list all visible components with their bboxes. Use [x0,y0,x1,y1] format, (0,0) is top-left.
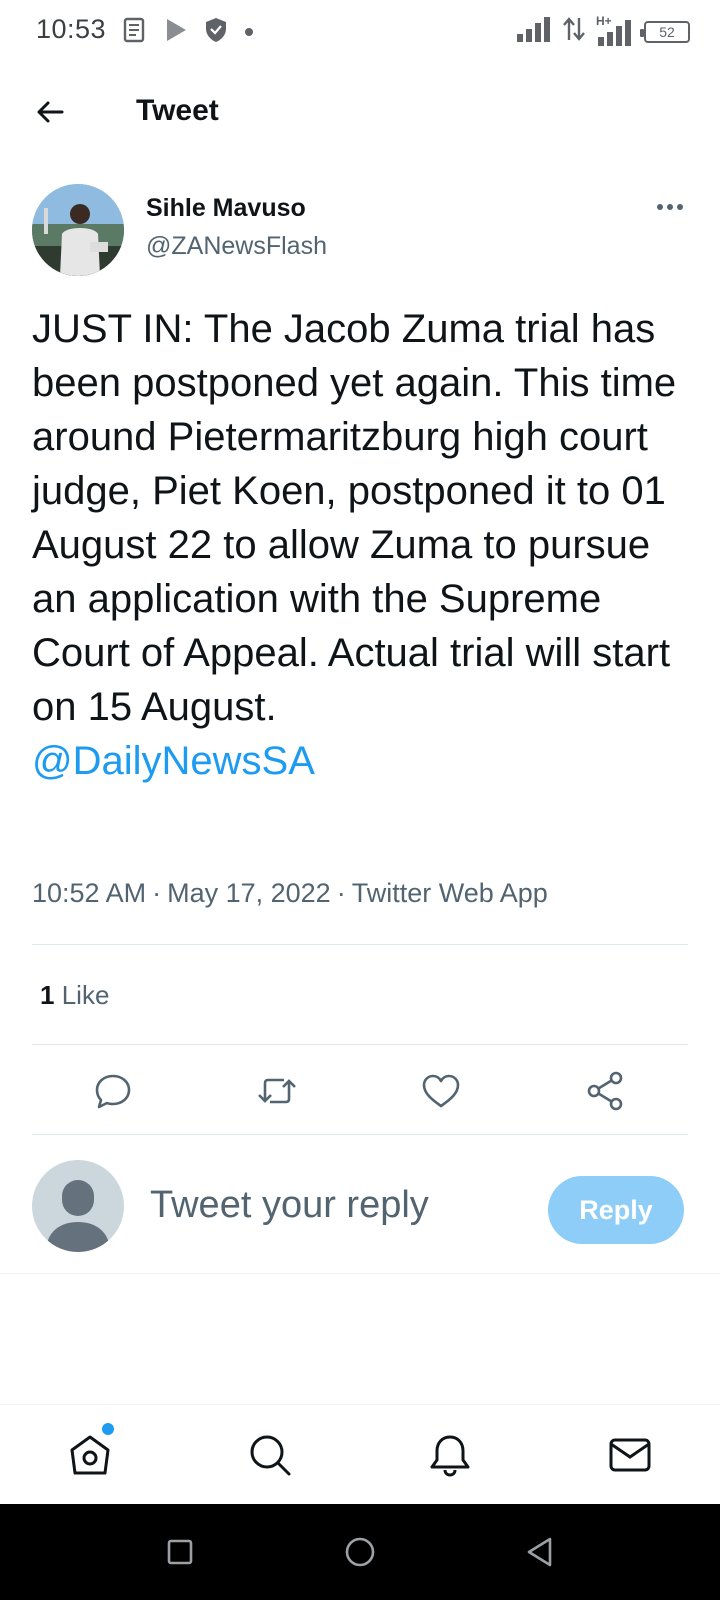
signal-icon [516,16,552,47]
author-name[interactable]: Sihle Mavuso [146,194,306,223]
like-count-label: Like [61,980,110,1010]
nav-search[interactable] [244,1429,296,1481]
data-arrows-icon [562,16,586,47]
user-avatar[interactable] [32,1160,124,1252]
like-count[interactable]: 1 Like [40,980,109,1011]
nav-messages[interactable] [604,1429,656,1481]
tweet-actions [32,1048,688,1134]
news-icon [122,17,148,48]
nav-home[interactable] [64,1423,116,1481]
tweet-source[interactable]: Twitter Web App [352,878,548,908]
recents-button[interactable] [160,1532,200,1572]
bottom-navigation [0,1404,720,1504]
meta-separator: · [152,878,162,908]
status-left-icons [122,17,254,48]
home-system-button[interactable] [340,1532,380,1572]
signal-hplus-icon: H+ [596,14,634,46]
divider [32,944,688,945]
more-options-button[interactable] [648,192,692,222]
reply-composer: Tweet your reply Reply [0,1136,720,1274]
notification-dot [102,1423,114,1435]
tweet-author: Sihle Mavuso @ZANewsFlash [32,184,692,278]
bell-icon [430,1435,470,1477]
retweet-icon [258,1078,296,1104]
retweet-button[interactable] [254,1068,300,1114]
heart-icon [422,1074,460,1108]
arrow-left-icon [37,101,64,123]
share-button[interactable] [582,1068,628,1114]
more-dot-icon [667,204,673,210]
battery-level: 52 [659,23,675,40]
author-handle[interactable]: @ZANewsFlash [146,232,327,261]
home-icon [70,1435,110,1475]
share-icon [587,1071,623,1111]
triangle-back-icon [527,1537,552,1567]
like-count-number: 1 [40,980,55,1010]
shield-icon [204,17,228,48]
nav-notifications[interactable] [424,1429,476,1481]
dot-icon [244,24,254,42]
play-store-icon [164,17,188,48]
system-navigation-bar [0,1504,720,1600]
reply-input[interactable]: Tweet your reply [150,1184,429,1227]
tweet-time: 10:52 AM [32,878,147,908]
status-bar: 10:53 H+ 52 [0,0,720,66]
back-system-button[interactable] [520,1532,560,1572]
default-avatar-icon [46,1180,110,1252]
battery-icon: 52 [640,20,690,43]
tweet-body: JUST IN: The Jacob Zuma trial has been p… [32,307,677,729]
meta-separator: · [336,878,346,908]
reply-submit-button[interactable]: Reply [548,1176,684,1244]
status-right-icons: H+ 52 [516,14,690,47]
header: Tweet [0,70,720,154]
divider [32,1134,688,1135]
mail-icon [609,1438,651,1472]
page-title: Tweet [136,94,219,127]
tweet-meta: 10:52 AM · May 17, 2022 · Twitter Web App [32,878,548,909]
more-dot-icon [677,204,683,210]
tweet-text: JUST IN: The Jacob Zuma trial has been p… [32,302,692,788]
square-icon [167,1539,193,1565]
tweet-date: May 17, 2022 [167,878,331,908]
more-dot-icon [657,204,663,210]
divider [32,1044,688,1045]
author-avatar[interactable] [32,184,124,276]
status-time: 10:53 [36,14,107,44]
reply-button[interactable] [90,1068,136,1114]
circle-icon [345,1537,375,1567]
back-button[interactable] [30,92,70,132]
like-button[interactable] [418,1068,464,1114]
tweet-mention-link[interactable]: @DailyNewsSA [32,734,692,788]
search-icon [250,1435,291,1476]
reply-icon [95,1074,131,1109]
